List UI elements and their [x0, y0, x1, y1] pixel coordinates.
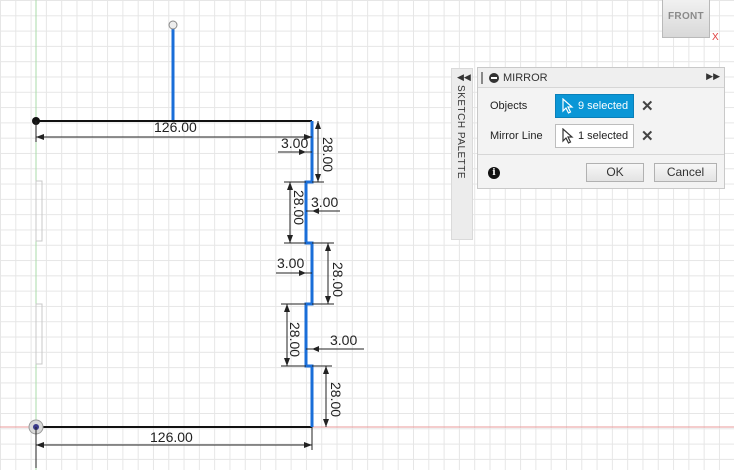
cursor-icon: [562, 128, 574, 144]
dim-step-2[interactable]: 3.00: [311, 194, 338, 210]
construction-rect-lower: [35, 303, 43, 365]
dim-h4-arrow-bottom: [284, 358, 290, 366]
dim-h1-arrow-top: [315, 121, 321, 129]
sketch-palette-tab[interactable]: ◀◀ SKETCH PALETTE: [451, 68, 473, 240]
objects-selected-count: 9 selected: [578, 100, 629, 112]
dim-h5-arrow-top: [323, 366, 329, 374]
dim-height-1[interactable]: 28.00: [320, 137, 336, 172]
dim-step-3[interactable]: 3.00: [277, 255, 304, 271]
double-chevron-right-icon[interactable]: ▶▶: [706, 71, 720, 82]
mirror-line-label: Mirror Line: [490, 130, 543, 142]
minus-circle-icon[interactable]: [489, 73, 499, 83]
dim-h2-arrow-bottom: [287, 235, 293, 243]
dim-h2-arrow-top: [287, 182, 293, 190]
mirror-line-selected-count: 1 selected: [578, 130, 629, 142]
dim-h3-arrow-bottom: [325, 296, 331, 304]
objects-label: Objects: [490, 100, 528, 112]
mirror-line-endpoint[interactable]: [168, 20, 178, 30]
dim-height-5[interactable]: 28.00: [328, 382, 344, 417]
dim-h5-arrow-bottom: [323, 419, 329, 427]
dim-step-4[interactable]: 3.00: [330, 332, 357, 348]
dim-height-3[interactable]: 28.00: [330, 262, 346, 297]
dim-bottom-arrow-left: [36, 442, 44, 448]
cancel-button[interactable]: Cancel: [654, 163, 717, 182]
construction-rect-upper: [35, 180, 43, 242]
view-cube[interactable]: FRONT: [662, 0, 710, 38]
sketch-palette-label: SKETCH PALETTE: [455, 85, 466, 180]
view-cube-face-label: FRONT: [668, 10, 704, 22]
dim-top-width[interactable]: 126.00: [154, 119, 197, 135]
x-axis-label: X: [712, 32, 719, 43]
mirror-dialog: MIRROR ▶▶ Objects 9 selected ✕ Mirror Li…: [477, 67, 725, 189]
mirror-line-clear-icon[interactable]: ✕: [641, 127, 654, 145]
dialog-footer: i OK Cancel: [478, 154, 724, 189]
dim-bottom-width[interactable]: 126.00: [150, 429, 193, 445]
dim-height-4[interactable]: 28.00: [287, 322, 303, 357]
dialog-title: MIRROR: [503, 72, 548, 84]
double-chevron-left-icon[interactable]: ◀◀: [457, 72, 471, 83]
dialog-header[interactable]: MIRROR ▶▶: [478, 68, 724, 88]
dim-h4-arrow-top: [284, 304, 290, 312]
dim-step-1[interactable]: 3.00: [281, 135, 308, 151]
objects-select-button[interactable]: 9 selected: [555, 94, 634, 118]
dim-step4-arrow: [312, 346, 319, 352]
dim-h1-arrow-bottom: [315, 174, 321, 182]
mirror-line-select-button[interactable]: 1 selected: [555, 124, 634, 148]
dim-top-arrow-left: [36, 134, 44, 140]
info-icon[interactable]: i: [488, 167, 500, 179]
dim-height-2[interactable]: 28.00: [291, 190, 307, 225]
dim-h3-arrow-top: [325, 243, 331, 251]
objects-clear-icon[interactable]: ✕: [641, 97, 654, 115]
dim-bottom-arrow-right: [304, 442, 312, 448]
selected-profile[interactable]: [304, 121, 314, 427]
grip-icon[interactable]: [481, 72, 483, 84]
ok-button[interactable]: OK: [586, 163, 644, 182]
cursor-icon: [562, 98, 574, 114]
